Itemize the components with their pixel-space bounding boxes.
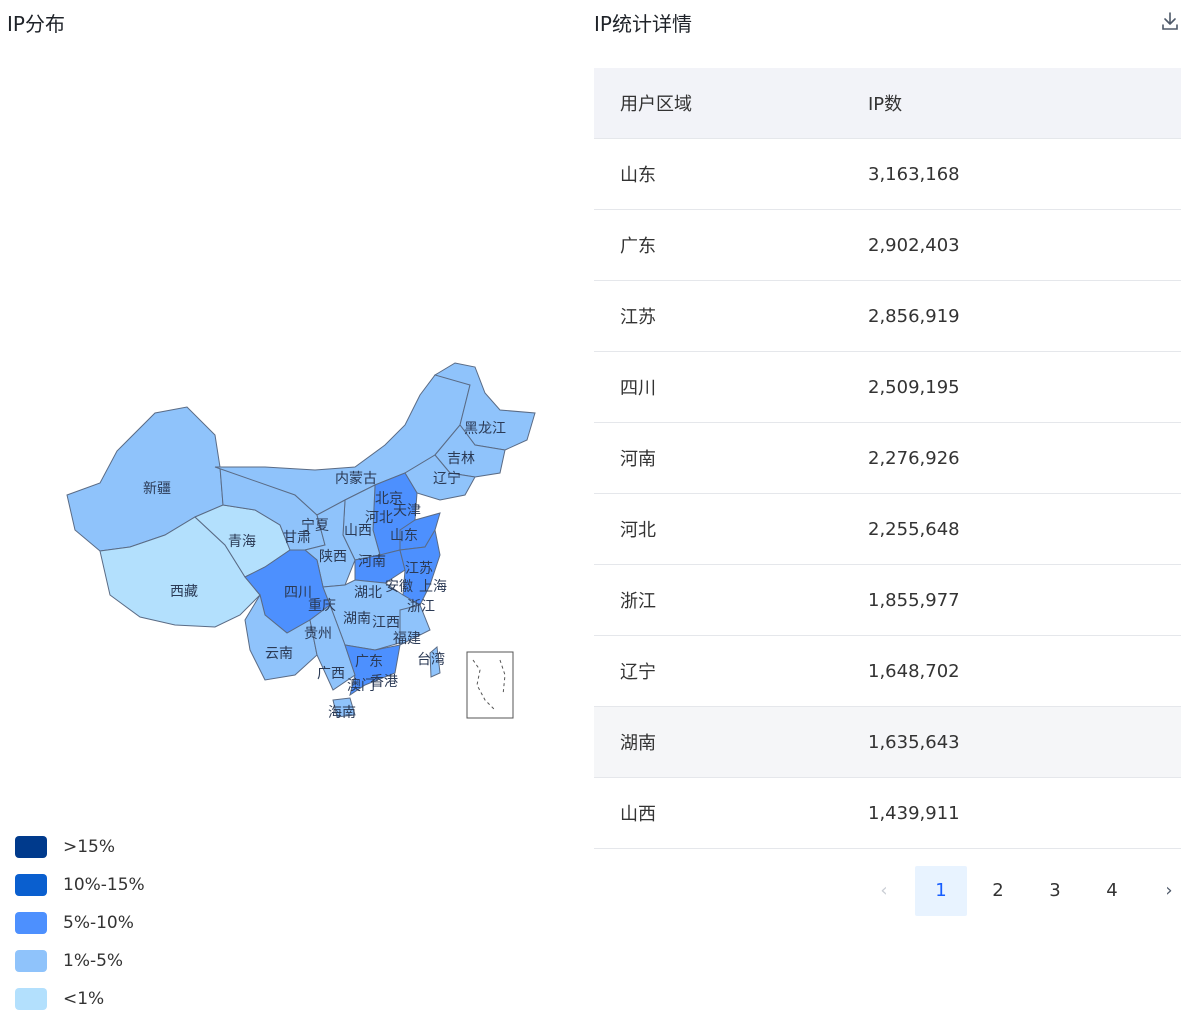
cell-count: 2,902,403 [868, 209, 1181, 281]
cell-count: 2,276,926 [868, 422, 1181, 494]
map-label-jiangxi: 江西 [372, 615, 400, 631]
table-row[interactable]: 山西 1,439,911 [594, 777, 1181, 849]
map-label-fujian: 福建 [393, 631, 421, 647]
cell-region: 江苏 [594, 280, 868, 352]
ip-stats-panel: IP统计详情 用户区域 IP数 山东 3,163,168 广东 2,902,40… [594, 0, 1181, 1012]
cell-region: 湖南 [594, 706, 868, 778]
map-label-heilongjiang: 黑龙江 [464, 421, 506, 437]
next-page-button[interactable]: › [1143, 866, 1187, 916]
cell-region: 河南 [594, 422, 868, 494]
map-label-henan: 河南 [358, 554, 386, 570]
table-row[interactable]: 山东 3,163,168 [594, 138, 1181, 210]
china-map: 新疆 西藏 青海 甘肃 宁夏 内蒙古 黑龙江 吉林 辽宁 北京 天津 河北 山西… [66, 362, 536, 721]
cell-count: 1,855,977 [868, 564, 1181, 636]
table-row[interactable]: 河南 2,276,926 [594, 422, 1181, 494]
page-button-2[interactable]: 2 [972, 866, 1024, 916]
table-row[interactable]: 广东 2,902,403 [594, 209, 1181, 281]
cell-count: 3,163,168 [868, 138, 1181, 210]
cell-region: 山东 [594, 138, 868, 210]
legend-swatch [15, 988, 47, 1010]
map-label-shandong: 山东 [390, 528, 418, 544]
legend-item[interactable]: 5%-10% [15, 904, 145, 942]
ip-distribution-panel: IP分布 新疆 西藏 青海 甘肃 宁夏 内蒙古 黑龙江 吉林 辽宁 北京 天津 … [0, 0, 580, 1012]
cell-count: 1,635,643 [868, 706, 1181, 778]
page-button-3[interactable]: 3 [1029, 866, 1081, 916]
legend-swatch [15, 950, 47, 972]
prev-page-button[interactable]: ‹ [858, 866, 910, 916]
table-row[interactable]: 辽宁 1,648,702 [594, 635, 1181, 707]
map-label-hainan: 海南 [328, 705, 356, 721]
map-legend: >15% 10%-15% 5%-10% 1%-5% <1% [15, 828, 145, 1018]
legend-label: <1% [63, 989, 105, 1009]
map-label-chongqing: 重庆 [308, 598, 336, 614]
map-label-guangdong: 广东 [355, 654, 383, 670]
map-label-yunnan: 云南 [265, 646, 293, 662]
cell-count: 2,509,195 [868, 351, 1181, 423]
legend-label: 10%-15% [63, 875, 145, 895]
cell-region: 辽宁 [594, 635, 868, 707]
map-label-shaanxi: 陕西 [319, 549, 347, 565]
table-row[interactable]: 江苏 2,856,919 [594, 280, 1181, 352]
table-row[interactable]: 四川 2,509,195 [594, 351, 1181, 423]
cell-region: 四川 [594, 351, 868, 423]
map-label-xizang: 西藏 [170, 584, 198, 600]
legend-swatch [15, 836, 47, 858]
map-label-guizhou: 贵州 [304, 626, 332, 642]
map-label-hunan: 湖南 [343, 611, 371, 627]
table-row[interactable]: 河北 2,255,648 [594, 493, 1181, 565]
legend-swatch [15, 912, 47, 934]
map-label-taiwan: 台湾 [417, 651, 445, 668]
cell-region: 河北 [594, 493, 868, 565]
map-label-neimenggu: 内蒙古 [335, 471, 377, 487]
stats-table: 用户区域 IP数 山东 3,163,168 广东 2,902,403 江苏 2,… [594, 68, 1181, 849]
map-label-hubei: 湖北 [354, 585, 382, 601]
map-label-anhui: 安徽 [385, 579, 413, 595]
map-label-ningxia: 宁夏 [301, 517, 329, 534]
map-label-liaoning: 辽宁 [433, 470, 461, 487]
map-label-qinghai: 青海 [228, 534, 256, 550]
column-header-region[interactable]: 用户区域 [594, 68, 868, 139]
pagination: ‹ 1 2 3 4 › [858, 866, 1187, 916]
download-icon[interactable] [1159, 10, 1181, 32]
map-label-shanxi: 山西 [344, 523, 372, 539]
cell-region: 广东 [594, 209, 868, 281]
map-label-jilin: 吉林 [447, 451, 475, 467]
legend-label: 1%-5% [63, 951, 124, 971]
legend-swatch [15, 874, 47, 896]
map-label-jiangsu: 江苏 [405, 561, 433, 577]
map-label-zhejiang: 浙江 [407, 599, 435, 615]
map-label-tianjin: 天津 [393, 503, 421, 519]
legend-label: 5%-10% [63, 913, 134, 933]
legend-item[interactable]: <1% [15, 980, 145, 1018]
page-button-4[interactable]: 4 [1086, 866, 1138, 916]
legend-item[interactable]: 1%-5% [15, 942, 145, 980]
map-label-xinjiang: 新疆 [143, 481, 171, 497]
stats-title: IP统计详情 [594, 12, 692, 36]
map-label-shanghai: 上海 [419, 579, 447, 595]
cell-region: 山西 [594, 777, 868, 849]
map-label-guangxi: 广西 [317, 666, 345, 682]
map-label-aomen: 澳门 [347, 678, 375, 694]
legend-label: >15% [63, 837, 116, 857]
cell-count: 2,255,648 [868, 493, 1181, 565]
map-title: IP分布 [7, 12, 65, 36]
cell-region: 浙江 [594, 564, 868, 636]
page-button-1[interactable]: 1 [915, 866, 967, 916]
legend-item[interactable]: 10%-15% [15, 866, 145, 904]
table-row[interactable]: 浙江 1,855,977 [594, 564, 1181, 636]
cell-count: 1,439,911 [868, 777, 1181, 849]
table-row-hovered[interactable]: 湖南 1,635,643 [594, 706, 1181, 778]
table-header-row: 用户区域 IP数 [594, 68, 1181, 139]
cell-count: 2,856,919 [868, 280, 1181, 352]
legend-item[interactable]: >15% [15, 828, 145, 866]
cell-count: 1,648,702 [868, 635, 1181, 707]
column-header-count[interactable]: IP数 [868, 68, 1181, 139]
